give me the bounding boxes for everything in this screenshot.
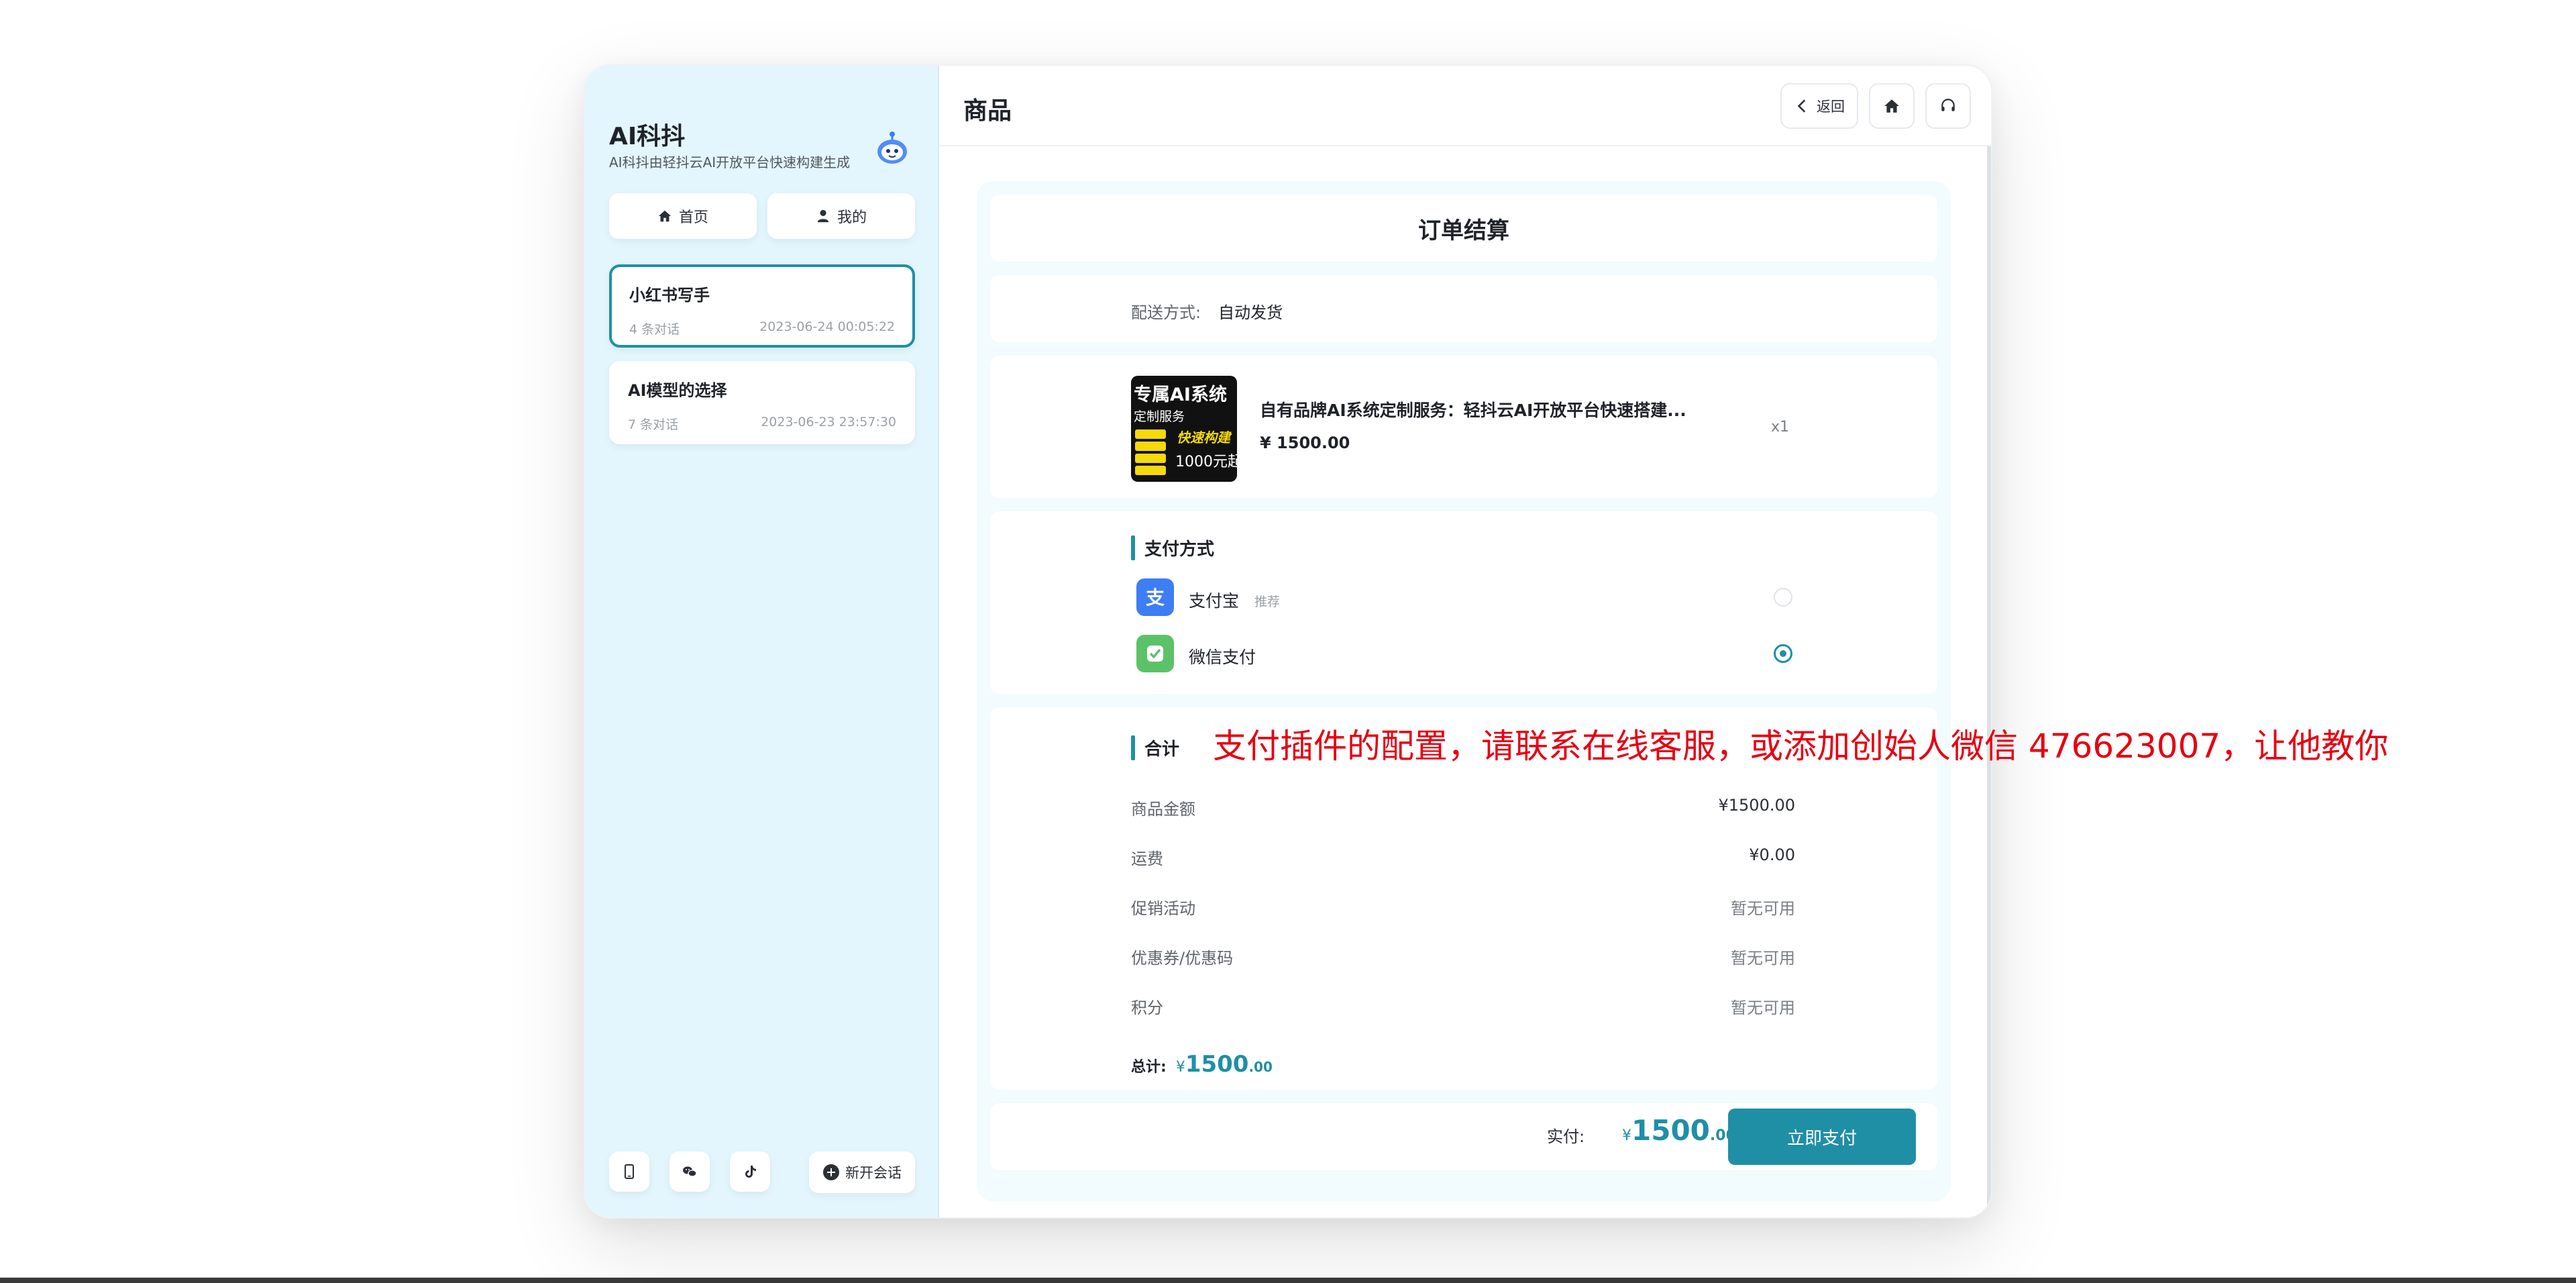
summary-row[interactable]: 促销活动 暂无可用 <box>1131 895 1795 922</box>
payment-option-wechat[interactable]: 微信支付 <box>1136 635 1807 675</box>
product-name: 自有品牌AI系统定制服务：轻抖云AI开放平台快速搭建... <box>1260 401 1686 420</box>
product-section: 专属AI系统 定制服务 快速构建 1000元起 自有品牌AI系统定制服务：轻抖云… <box>990 356 1937 498</box>
wechat-pay-label: 微信支付 <box>1189 648 1256 667</box>
payment-title: 支付方式 <box>1131 535 1214 560</box>
home-nav-label: 首页 <box>678 209 708 226</box>
add-circle-icon <box>823 1164 839 1180</box>
order-title-section: 订单结算 <box>990 195 1937 262</box>
mine-nav-button[interactable]: 我的 <box>767 193 915 239</box>
recommended-badge: 推荐 <box>1254 595 1281 609</box>
alipay-radio[interactable] <box>1774 588 1792 607</box>
main-panel: 商品 返回 订单结算 配送方式: 自动发货 专属AI系统 定制服务 快速构建 1… <box>939 66 1991 1217</box>
svg-text:支: 支 <box>1146 586 1165 609</box>
chat-item-title: AI模型的选择 <box>628 381 727 400</box>
user-icon <box>817 209 829 223</box>
total-amount: 1500 <box>1185 1051 1249 1078</box>
chevron-left-icon <box>1797 99 1806 113</box>
bottom-edge-line <box>0 1278 2576 1283</box>
home-icon <box>658 210 672 222</box>
total-currency: ¥ <box>1175 1059 1185 1076</box>
total-label: 总计: <box>1131 1059 1167 1076</box>
top-bar: 商品 返回 <box>939 66 1991 146</box>
alipay-label: 支付宝 <box>1189 591 1240 611</box>
payment-footer: 实付: ¥1500.00 立即支付 <box>990 1103 1937 1170</box>
home-button[interactable] <box>1869 83 1915 129</box>
mobile-icon <box>625 1164 634 1179</box>
chat-item-title: 小红书写手 <box>629 286 710 305</box>
alipay-icon: 支 <box>1136 578 1174 616</box>
new-chat-button[interactable]: 新开会话 <box>809 1151 915 1193</box>
payment-section: 支付方式 支 支付宝 推荐 微信支付 <box>990 511 1937 694</box>
chat-item-count: 7 条对话 <box>628 417 679 432</box>
summary-title: 合计 <box>1131 735 1179 760</box>
tiktok-button[interactable] <box>730 1151 770 1192</box>
pay-amount: ¥1500.00 <box>1622 1114 1736 1147</box>
new-chat-label: 新开会话 <box>845 1165 902 1181</box>
wechat-pay-radio[interactable] <box>1774 644 1792 663</box>
delivery-label: 配送方式: <box>1131 303 1201 322</box>
chat-item[interactable]: 小红书写手 4 条对话 2023-06-24 00:05:22 <box>609 264 915 348</box>
product-price: ¥ 1500.00 <box>1260 433 1350 452</box>
order-title: 订单结算 <box>1418 217 1509 244</box>
annotation-text: 支付插件的配置，请联系在线客服，或添加创始人微信 476623007，让他教你 <box>1213 727 2389 766</box>
pay-label: 实付: <box>1547 1127 1585 1146</box>
summary-row[interactable]: 优惠券/优惠码 暂无可用 <box>1131 945 1795 972</box>
brand-title: AI科抖 <box>609 123 686 150</box>
robot-icon <box>877 132 907 164</box>
total-decimal: .00 <box>1248 1059 1273 1075</box>
customer-service-button[interactable] <box>1925 83 1971 129</box>
app-window: AI科抖 AI科抖由轻抖云AI开放平台快速构建生成 首页 我的 小红书写手 4 … <box>584 64 1992 1219</box>
scrollbar[interactable] <box>1987 146 1991 1217</box>
delivery-section: 配送方式: 自动发货 <box>990 275 1937 342</box>
product-image: 专属AI系统 定制服务 快速构建 1000元起 <box>1131 376 1237 482</box>
back-label: 返回 <box>1817 99 1845 115</box>
wechat-button[interactable] <box>669 1151 710 1192</box>
summary-row[interactable]: 积分 暂无可用 <box>1131 994 1795 1021</box>
back-button[interactable]: 返回 <box>1780 83 1858 129</box>
mine-nav-label: 我的 <box>837 209 867 226</box>
chat-item[interactable]: AI模型的选择 7 条对话 2023-06-23 23:57:30 <box>609 361 915 444</box>
pay-now-button[interactable]: 立即支付 <box>1728 1109 1916 1165</box>
chat-item-date: 2023-06-24 00:05:22 <box>759 319 895 334</box>
summary-row: 商品金额 ¥1500.00 <box>1131 796 1795 819</box>
chat-item-count: 4 条对话 <box>629 322 680 337</box>
total-line: 总计: ¥1500.00 <box>1131 1051 1273 1078</box>
wechat-icon <box>683 1166 697 1177</box>
home-icon <box>1884 99 1899 113</box>
summary-row: 运费 ¥0.00 <box>1131 845 1795 868</box>
mobile-button[interactable] <box>609 1151 649 1192</box>
payment-option-alipay[interactable]: 支 支付宝 推荐 <box>1136 578 1807 619</box>
product-quantity: x1 <box>1771 419 1790 435</box>
headset-icon <box>1941 99 1955 111</box>
page-title: 商品 <box>963 97 1012 125</box>
chat-item-date: 2023-06-23 23:57:30 <box>761 415 896 429</box>
home-nav-button[interactable]: 首页 <box>609 193 757 239</box>
wechat-pay-icon <box>1136 635 1174 672</box>
tiktok-icon <box>745 1166 756 1178</box>
brand-subtitle: AI科抖由轻抖云AI开放平台快速构建生成 <box>609 154 851 170</box>
sidebar: AI科抖 AI科抖由轻抖云AI开放平台快速构建生成 首页 我的 小红书写手 4 … <box>585 66 939 1217</box>
checkout-area: 订单结算 配送方式: 自动发货 专属AI系统 定制服务 快速构建 1000元起 … <box>977 181 1951 1201</box>
delivery-value: 自动发货 <box>1218 303 1283 322</box>
